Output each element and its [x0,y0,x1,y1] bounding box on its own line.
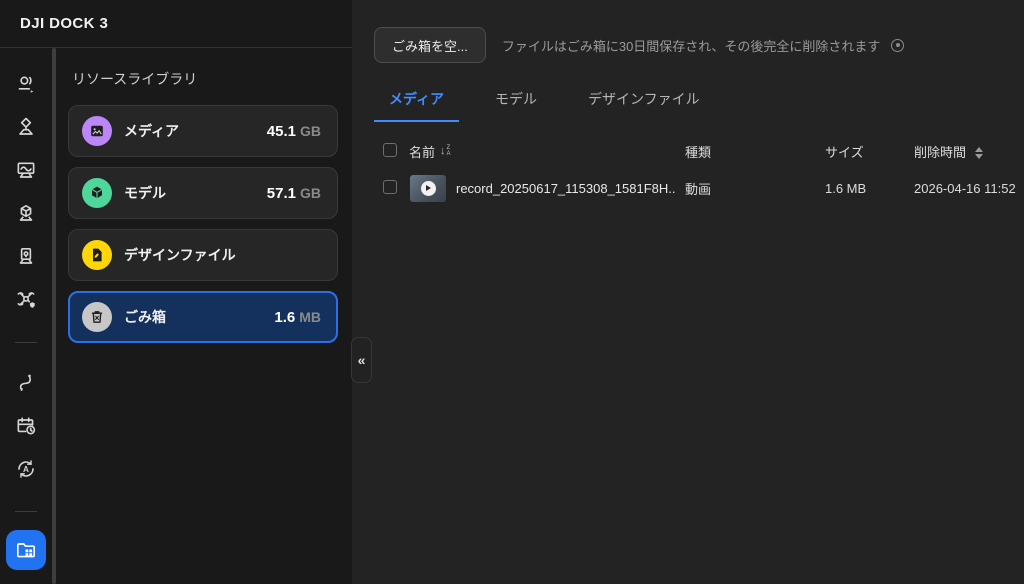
trash-icon [82,302,112,332]
info-icon[interactable] [891,39,904,52]
column-header-deleted-at[interactable]: 削除時間 [914,145,966,160]
item-size-unit: GB [300,185,321,201]
left-body: A リソースライブラリ [0,48,352,584]
trash-table: 名前 ↓ZA 種類 サイズ 削除時間 record_20250617_11530… [374,135,1024,209]
app-window: DJI DOCK 3 [0,0,1024,584]
svg-text:A: A [23,465,29,474]
sidebar-item-trash[interactable]: ごみ箱 1.6 MB [68,291,338,343]
rail-divider [15,511,37,512]
sidebar-item-label: ごみ箱 [124,307,274,327]
resource-library-icon[interactable] [6,530,46,570]
item-size-value: 57.1 [267,185,296,202]
file-size: 1.6 MB [825,181,914,196]
tab-media[interactable]: メディア [374,80,459,122]
model-icon [82,178,112,208]
sidebar-item-label: デザインファイル [124,245,317,265]
sidebar-item-model[interactable]: モデル 57.1 GB [68,167,338,219]
drone-security-icon[interactable] [14,288,38,312]
item-size-unit: GB [300,123,321,139]
sidebar-item-media[interactable]: メディア 45.1 GB [68,105,338,157]
resource-sidebar: リソースライブラリ メディア 45.1 GB [56,48,352,584]
model-3d-icon[interactable] [14,202,38,226]
file-name: record_20250617_115308_1581F8H.. [456,181,676,196]
rail-divider [15,342,37,343]
column-header-name[interactable]: 名前 [409,142,435,161]
sidebar-collapse-button[interactable]: « [351,337,372,383]
design-file-icon [82,240,112,270]
column-header-type[interactable]: 種類 [685,142,825,161]
flight-route-icon[interactable] [14,371,38,395]
report-station-icon[interactable] [14,245,38,269]
media-icon [82,116,112,146]
select-all-checkbox[interactable] [383,143,397,157]
sort-alphabetical-icon[interactable]: ↓ZA [440,145,451,157]
task-schedule-icon[interactable] [14,414,38,438]
survey-marker-icon[interactable] [14,116,38,140]
retention-notice: ファイルはごみ箱に30日間保存され、その後完全に削除されます [502,36,881,55]
nav-rail: A [0,48,52,584]
column-header-size[interactable]: サイズ [825,142,914,161]
play-icon [421,181,436,196]
row-checkbox[interactable] [383,180,397,194]
empty-trash-button[interactable]: ごみ箱を空... [374,27,486,63]
left-panel: DJI DOCK 3 [0,0,352,584]
main-content: ごみ箱を空... ファイルはごみ箱に30日間保存され、その後完全に削除されます … [352,0,1024,584]
sort-updown-icon[interactable] [975,147,983,159]
item-size-unit: MB [299,309,321,325]
file-type: 動画 [685,179,825,198]
sidebar-item-design-files[interactable]: デザインファイル [68,229,338,281]
table-header: 名前 ↓ZA 種類 サイズ 削除時間 [374,135,1024,167]
item-size-value: 1.6 [274,309,295,326]
sidebar-item-label: モデル [124,183,267,203]
tab-model[interactable]: モデル [480,80,552,122]
trash-toolbar: ごみ箱を空... ファイルはごみ箱に30日間保存され、その後完全に削除されます [374,27,1024,63]
member-stream-icon[interactable] [14,73,38,97]
file-deleted-at: 2026-04-16 11:52 [914,181,1024,196]
sidebar-title: リソースライブラリ [72,69,338,89]
top-bar: DJI DOCK 3 [0,0,352,48]
tab-design-files[interactable]: デザインファイル [573,80,715,122]
app-title: DJI DOCK 3 [20,15,108,32]
video-thumbnail[interactable] [410,175,446,202]
item-size-value: 45.1 [267,123,296,140]
table-row[interactable]: record_20250617_115308_1581F8H.. 動画 1.6 … [374,167,1024,209]
category-tabs: メディア モデル デザインファイル [374,80,1024,122]
auto-task-icon[interactable]: A [14,457,38,481]
chevron-double-left-icon: « [358,352,366,368]
sidebar-item-label: メディア [124,121,267,141]
media-display-icon[interactable] [14,159,38,183]
